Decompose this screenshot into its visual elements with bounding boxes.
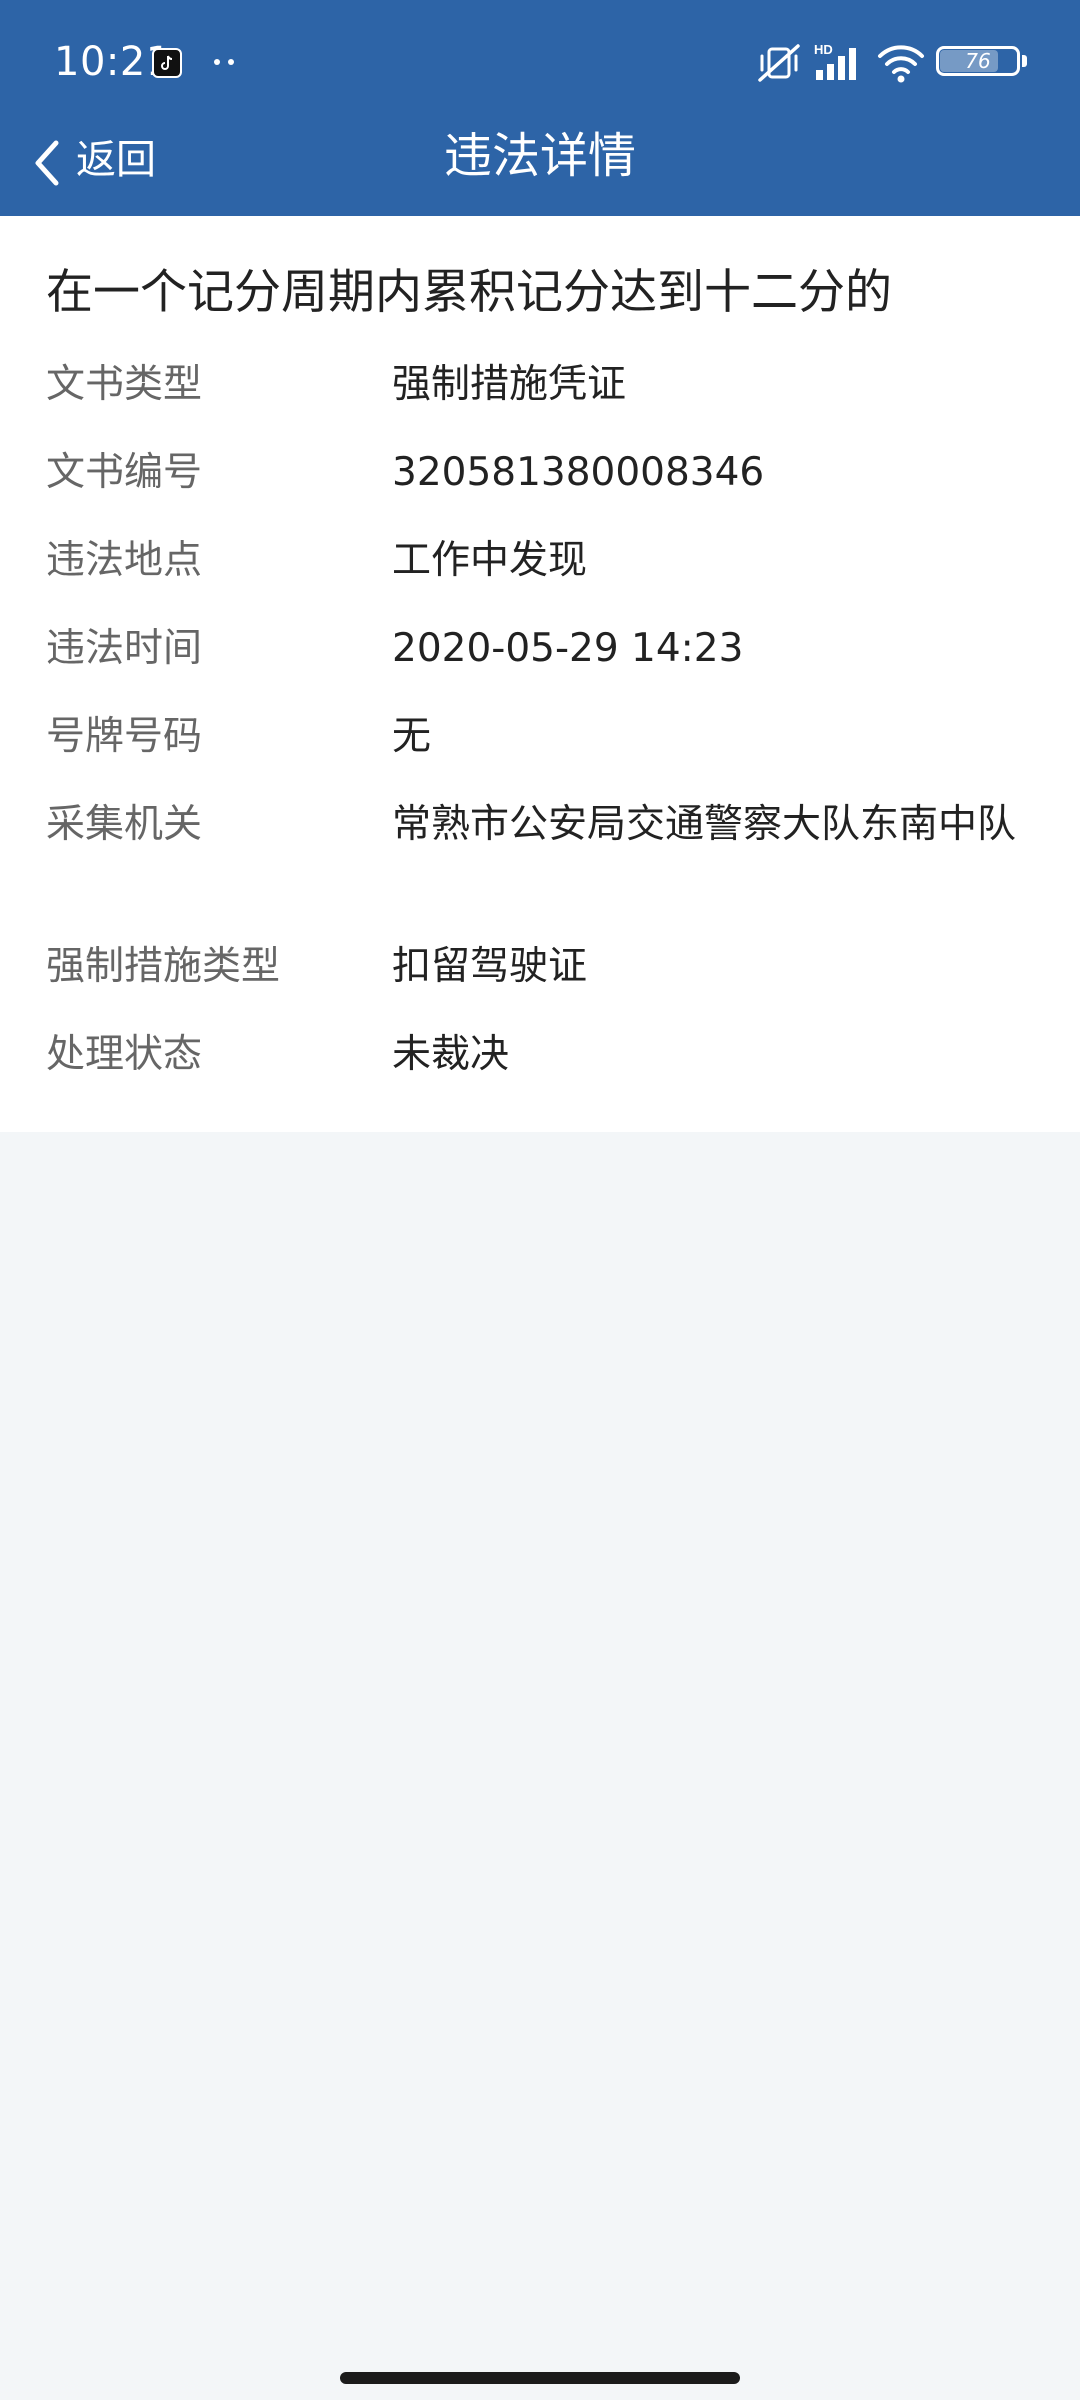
- detail-value: 无: [392, 714, 432, 759]
- detail-value: 320581380008346: [392, 450, 765, 495]
- app-header: 10:21 HD 76 违法详情 返回: [0, 0, 1080, 216]
- detail-value: 2020-05-29 14:23: [392, 626, 744, 671]
- network-type-label: HD: [814, 42, 833, 57]
- more-dots-icon: [212, 52, 238, 72]
- navigation-bar: 违法详情 返回: [0, 126, 1080, 216]
- detail-value: 常熟市公安局交通警察大队东南中队: [392, 802, 1017, 847]
- battery-level: 76: [965, 49, 991, 73]
- detail-label: 采集机关: [46, 802, 203, 847]
- detail-value: 扣留驾驶证: [392, 944, 588, 989]
- back-label: 返回: [76, 137, 156, 183]
- tiktok-icon: [152, 48, 182, 78]
- detail-label: 文书类型: [46, 362, 203, 407]
- detail-label: 强制措施类型: [46, 944, 281, 989]
- violation-title: 在一个记分周期内累积记分达到十二分的: [46, 265, 892, 320]
- wifi-icon: [876, 40, 926, 90]
- detail-label: 违法时间: [46, 626, 203, 671]
- detail-label: 号牌号码: [46, 714, 203, 759]
- detail-label: 文书编号: [46, 450, 203, 495]
- chevron-left-icon: [30, 138, 64, 192]
- back-button[interactable]: 返回: [28, 130, 188, 190]
- detail-label: 处理状态: [46, 1032, 203, 1077]
- detail-value: 强制措施凭证: [392, 362, 627, 407]
- status-icons: HD 76: [756, 40, 1046, 86]
- violation-detail-card: 在一个记分周期内累积记分达到十二分的 文书类型 强制措施凭证 文书编号 3205…: [0, 216, 1080, 1132]
- detail-value: 未裁决: [392, 1032, 510, 1077]
- detail-value: 工作中发现: [392, 538, 588, 583]
- vibrate-mute-icon: [756, 40, 802, 90]
- detail-label: 违法地点: [46, 538, 203, 583]
- home-indicator[interactable]: [340, 2372, 740, 2384]
- status-bar: 10:21 HD 76: [0, 0, 1080, 126]
- signal-icon: HD: [812, 40, 868, 90]
